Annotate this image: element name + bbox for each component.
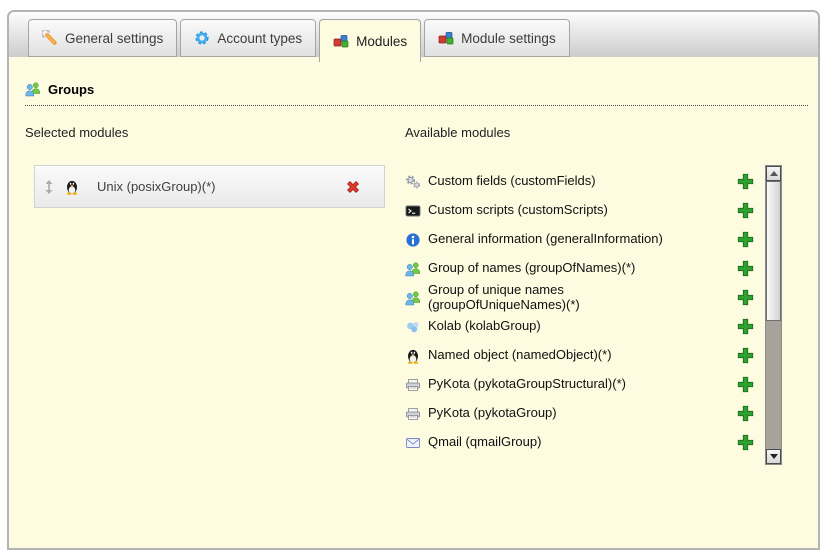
add-module-button[interactable] [736, 434, 754, 452]
list-item: Custom fields (customFields) [405, 167, 762, 196]
available-modules-list: Custom fields (customFields) Custom scri… [405, 167, 762, 457]
tab-account-types[interactable]: Account types [180, 19, 316, 57]
add-module-button[interactable] [736, 347, 754, 365]
module-label: Kolab (kolabGroup) [428, 319, 541, 334]
mail-icon [405, 435, 421, 451]
add-plus-icon [737, 376, 754, 393]
drag-handle-icon[interactable] [43, 179, 55, 195]
tux-icon [64, 179, 80, 195]
tab-module-settings[interactable]: Module settings [424, 19, 570, 57]
add-module-button[interactable] [736, 202, 754, 220]
add-plus-icon [737, 260, 754, 277]
section-title: Groups [48, 82, 94, 97]
module-label: Group of names (groupOfNames)(*) [428, 261, 635, 276]
add-module-button[interactable] [736, 289, 754, 307]
add-plus-icon [737, 405, 754, 422]
list-item: Group of names (groupOfNames)(*) [405, 254, 762, 283]
groups-icon [25, 81, 41, 97]
add-plus-icon [737, 289, 754, 306]
blocks-icon [438, 30, 454, 46]
tab-bar: General settings Account types Modules [9, 12, 818, 57]
add-plus-icon [737, 173, 754, 190]
add-plus-icon [737, 347, 754, 364]
module-label: Custom scripts (customScripts) [428, 203, 608, 218]
remove-module-button[interactable] [344, 178, 362, 196]
gear-icon [194, 30, 210, 46]
module-label: Group of unique names (groupOfUniqueName… [428, 283, 696, 312]
info-icon [405, 232, 421, 248]
settings-panel: General settings Account types Modules [7, 10, 820, 550]
printer-icon [405, 377, 421, 393]
selected-modules-heading: Selected modules [25, 125, 387, 140]
printer-icon [405, 406, 421, 422]
scroll-down-button[interactable] [766, 449, 781, 464]
kolab-icon [405, 319, 421, 335]
list-item: Kolab (kolabGroup) [405, 312, 762, 341]
tab-label: Module settings [461, 31, 556, 46]
available-modules-column: Available modules Custom fields (customF… [405, 125, 762, 457]
tab-general-settings[interactable]: General settings [28, 19, 177, 57]
chevron-up-icon [770, 171, 778, 176]
list-item: Group of unique names (groupOfUniqueName… [405, 283, 762, 312]
wrench-icon [42, 30, 58, 46]
selected-module-row: Unix (posixGroup)(*) [34, 165, 385, 208]
list-item: General information (generalInformation) [405, 225, 762, 254]
tab-label: Modules [356, 34, 407, 49]
gears-icon [405, 174, 421, 190]
add-module-button[interactable] [736, 405, 754, 423]
module-label: PyKota (pykotaGroup) [428, 406, 557, 421]
list-item: Named object (namedObject)(*) [405, 341, 762, 370]
list-item: PyKota (pykotaGroup) [405, 399, 762, 428]
chevron-down-icon [770, 454, 778, 459]
add-module-button[interactable] [736, 376, 754, 394]
available-modules-scrollbar[interactable] [765, 165, 782, 465]
scroll-up-button[interactable] [766, 166, 781, 181]
selected-module-label: Unix (posixGroup)(*) [97, 179, 344, 194]
tab-label: General settings [65, 31, 163, 46]
section-header-groups: Groups [25, 81, 808, 106]
remove-x-icon [344, 178, 362, 196]
scrollbar-thumb[interactable] [766, 181, 781, 321]
module-label: Qmail (qmailGroup) [428, 435, 541, 450]
add-module-button[interactable] [736, 173, 754, 191]
module-label: Named object (namedObject)(*) [428, 348, 612, 363]
tab-label: Account types [217, 31, 302, 46]
group-icon [405, 290, 421, 306]
module-label: General information (generalInformation) [428, 232, 663, 247]
tux-icon [405, 348, 421, 364]
list-item: Custom scripts (customScripts) [405, 196, 762, 225]
group-icon [405, 261, 421, 277]
terminal-icon [405, 203, 421, 219]
add-module-button[interactable] [736, 231, 754, 249]
selected-modules-column: Selected modules Unix (posixGroup)(*) [25, 125, 387, 208]
list-item: Qmail (qmailGroup) [405, 428, 762, 457]
module-label: PyKota (pykotaGroupStructural)(*) [428, 377, 626, 392]
add-plus-icon [737, 434, 754, 451]
add-plus-icon [737, 318, 754, 335]
add-plus-icon [737, 231, 754, 248]
add-module-button[interactable] [736, 318, 754, 336]
add-plus-icon [737, 202, 754, 219]
add-module-button[interactable] [736, 260, 754, 278]
available-modules-heading: Available modules [405, 125, 762, 140]
blocks-icon [333, 33, 349, 49]
module-label: Custom fields (customFields) [428, 174, 596, 189]
tab-modules[interactable]: Modules [319, 19, 421, 62]
list-item: PyKota (pykotaGroupStructural)(*) [405, 370, 762, 399]
